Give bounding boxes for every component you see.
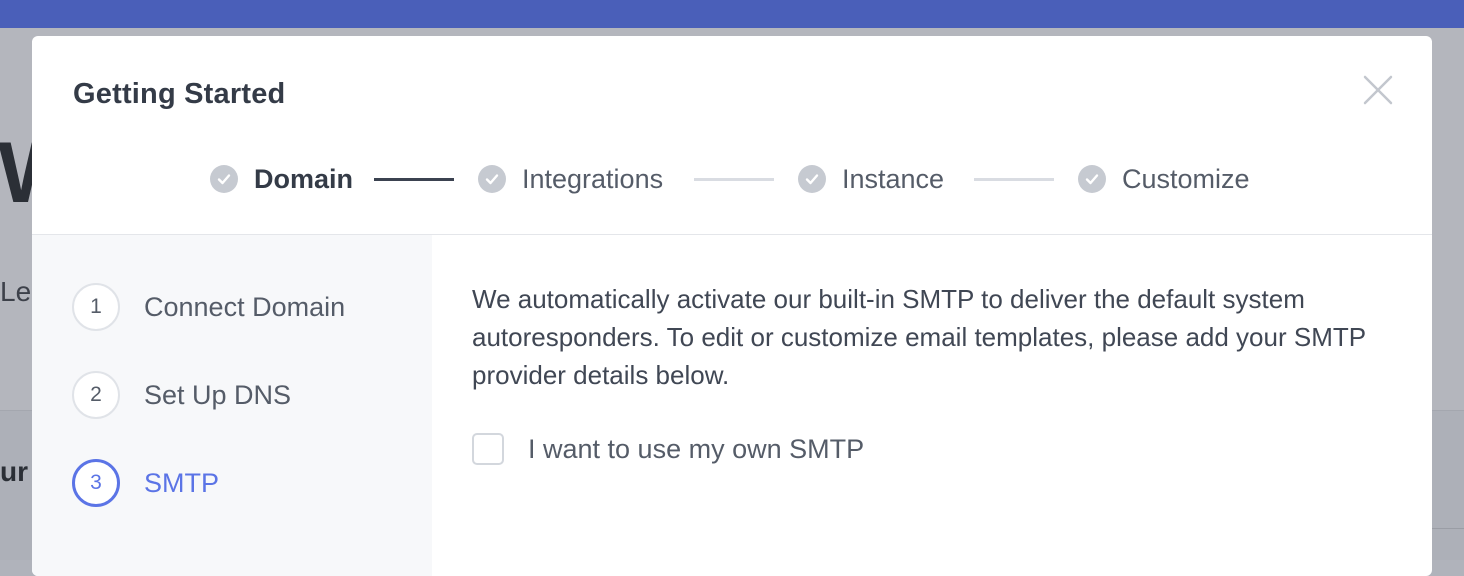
substep-number: 3 [72,459,120,507]
close-button[interactable] [1362,74,1394,106]
substep-connect-domain[interactable]: 1 Connect Domain [72,283,345,331]
substep-smtp[interactable]: 3 SMTP [72,459,219,507]
setup-stepper: Domain Integrations Instance Customize [32,154,1432,204]
substep-label: Set Up DNS [144,379,292,410]
substep-number: 1 [72,283,120,331]
check-circle-icon [478,165,506,193]
background-subtitle: Le [0,276,32,307]
own-smtp-checkbox[interactable] [472,433,504,465]
background-divider [1432,528,1464,529]
check-circle-icon [798,165,826,193]
substep-number: 2 [72,371,120,419]
step-connector [974,178,1054,181]
step-label: Instance [842,163,945,194]
check-circle-icon [1078,165,1106,193]
getting-started-modal: Getting Started Domain Integrations Inst… [32,36,1432,576]
own-smtp-label: I want to use my own SMTP [528,433,865,464]
step-connector [374,178,454,181]
own-smtp-option[interactable]: I want to use my own SMTP [472,432,864,466]
substep-sidebar: 1 Connect Domain 2 Set Up DNS 3 SMTP [32,235,432,576]
step-customize[interactable]: Customize [1078,154,1250,204]
modal-title: Getting Started [73,78,286,110]
close-icon [1363,75,1393,105]
step-instance[interactable]: Instance [798,154,944,204]
step-connector [694,178,774,181]
substep-label: Connect Domain [144,291,346,322]
smtp-description: We automatically activate our built-in S… [472,284,1366,390]
substep-set-up-dns[interactable]: 2 Set Up DNS [72,371,291,419]
step-integrations[interactable]: Integrations [478,154,663,204]
check-circle-icon [210,165,238,193]
step-domain[interactable]: Domain [210,154,353,204]
step-label: Domain [254,163,354,194]
step-label: Customize [1122,163,1250,194]
top-bar [0,0,1464,28]
substep-label: SMTP [144,467,220,498]
step-label: Integrations [522,163,664,194]
